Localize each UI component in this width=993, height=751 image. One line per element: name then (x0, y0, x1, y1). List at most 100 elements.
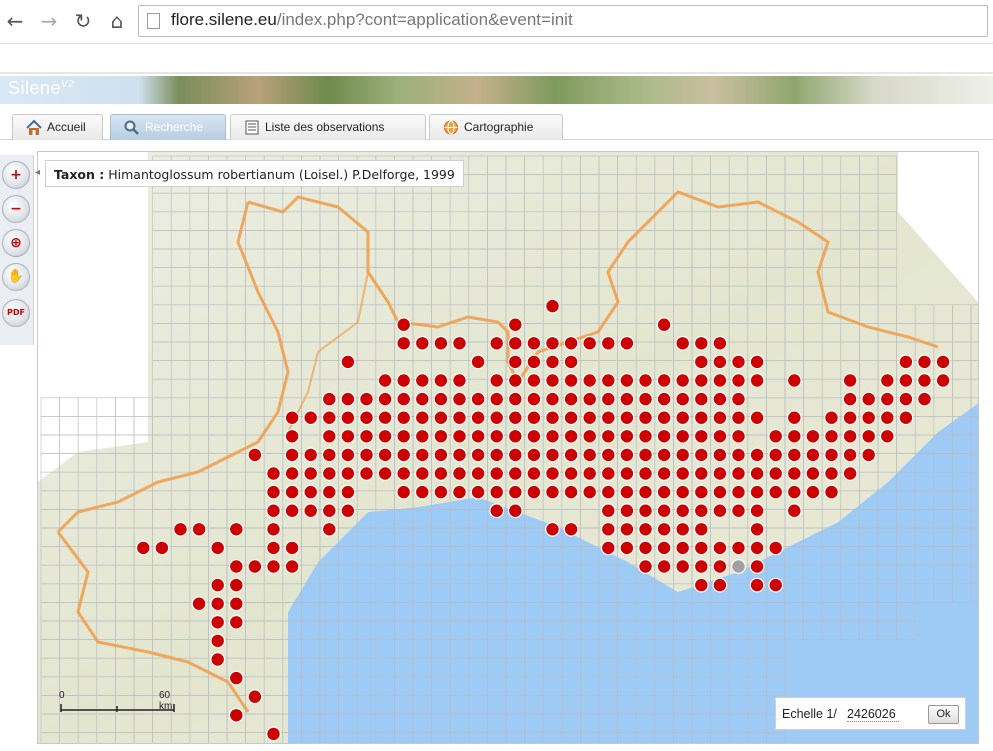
observation-dot[interactable] (879, 373, 895, 388)
observation-dot[interactable] (228, 577, 244, 593)
observation-dot[interactable] (284, 466, 300, 481)
observation-dot[interactable] (470, 410, 486, 426)
observation-dot[interactable] (545, 447, 560, 463)
observation-dot[interactable] (693, 521, 709, 537)
observation-dot[interactable] (545, 484, 560, 500)
observation-dot[interactable] (284, 428, 300, 444)
observation-dot[interactable] (638, 484, 653, 500)
observation-dot[interactable] (377, 428, 393, 444)
observation-dot[interactable] (359, 447, 374, 463)
observation-dot[interactable] (675, 503, 691, 519)
observation-dot[interactable] (731, 391, 746, 407)
observation-dot[interactable] (396, 391, 412, 407)
echelle-input[interactable]: 2426026 (847, 707, 899, 722)
observation-dot[interactable] (321, 410, 337, 426)
observation-dot[interactable] (675, 428, 691, 444)
observation-dot[interactable] (675, 335, 691, 351)
observation-dot[interactable] (786, 410, 802, 426)
observation-dot[interactable] (600, 540, 616, 556)
observation-dot[interactable] (656, 447, 672, 463)
observation-dot[interactable] (545, 428, 560, 444)
observation-dot[interactable] (228, 670, 244, 686)
observation-dot[interactable] (619, 335, 635, 351)
observation-dot[interactable] (507, 428, 523, 444)
observation-dot[interactable] (786, 484, 802, 500)
observation-dot[interactable] (675, 373, 691, 388)
observation-dot[interactable] (656, 540, 672, 556)
observation-dot[interactable] (284, 484, 300, 500)
observation-dot[interactable] (600, 484, 616, 500)
observation-dot[interactable] (284, 503, 300, 519)
observation-dot[interactable] (545, 354, 560, 370)
ok-button[interactable]: Ok (928, 705, 959, 724)
observation-dot[interactable] (210, 596, 226, 612)
observation-dot[interactable] (507, 447, 523, 463)
observation-dot[interactable] (507, 410, 523, 426)
observation-dot[interactable] (600, 373, 616, 388)
observation-dot[interactable] (563, 335, 579, 351)
observation-dot[interactable] (749, 577, 765, 593)
observation-dot[interactable] (563, 466, 579, 481)
observation-dot[interactable] (786, 373, 802, 388)
observation-dot[interactable] (452, 428, 467, 444)
observation-dot[interactable] (656, 466, 672, 481)
observation-dot[interactable] (284, 559, 300, 574)
observation-dot[interactable] (638, 410, 653, 426)
observation-dot[interactable] (340, 428, 356, 444)
observation-dot[interactable] (526, 391, 542, 407)
observation-dot[interactable] (433, 335, 449, 351)
observation-dot[interactable] (247, 447, 263, 463)
observation-dot[interactable] (786, 447, 802, 463)
observation-dot[interactable] (693, 428, 709, 444)
observation-dot[interactable] (340, 466, 356, 481)
observation-dot[interactable] (489, 503, 505, 519)
observation-dot[interactable] (786, 466, 802, 481)
observation-dot[interactable] (545, 410, 560, 426)
observation-dot[interactable] (489, 335, 505, 351)
observation-dot[interactable] (898, 391, 914, 407)
observation-dot[interactable] (619, 503, 635, 519)
observation-dot[interactable] (563, 354, 579, 370)
observation-dot[interactable] (842, 447, 858, 463)
observation-dot[interactable] (917, 373, 932, 388)
observation-dot[interactable] (452, 466, 467, 481)
observation-dot[interactable] (768, 540, 784, 556)
zoom-out-icon[interactable]: − (2, 195, 30, 223)
observation-dot[interactable] (489, 391, 505, 407)
observation-dot[interactable] (638, 428, 653, 444)
observation-dot[interactable] (675, 559, 691, 574)
observation-dot[interactable] (638, 373, 653, 388)
observation-dot[interactable] (768, 484, 784, 500)
observation-dot[interactable] (861, 428, 877, 444)
observation-dot[interactable] (582, 391, 598, 407)
observation-dot[interactable] (433, 447, 449, 463)
observation-dot[interactable] (749, 466, 765, 481)
observation-dot[interactable] (526, 354, 542, 370)
observation-dot[interactable] (526, 466, 542, 481)
observation-dot[interactable] (805, 447, 821, 463)
observation-dot[interactable] (470, 484, 486, 500)
observation-dot[interactable] (303, 466, 319, 481)
observation-dot[interactable] (433, 410, 449, 426)
observation-dot[interactable] (693, 503, 709, 519)
observation-dot[interactable] (377, 391, 393, 407)
observation-dot[interactable] (619, 391, 635, 407)
observation-dot[interactable] (842, 466, 858, 481)
observation-dot[interactable] (321, 447, 337, 463)
observation-dot[interactable] (433, 484, 449, 500)
observation-dot[interactable] (731, 466, 746, 481)
observation-dot[interactable] (600, 391, 616, 407)
observation-dot[interactable] (749, 559, 765, 574)
tab-accueil[interactable]: Accueil (12, 114, 103, 140)
observation-dot[interactable] (935, 354, 951, 370)
observation-dot[interactable] (656, 484, 672, 500)
observation-dot[interactable] (712, 540, 728, 556)
observation-dot[interactable] (545, 391, 560, 407)
observation-dot[interactable] (749, 503, 765, 519)
observation-dot[interactable] (303, 410, 319, 426)
observation-dot[interactable] (749, 373, 765, 388)
observation-dot[interactable] (582, 335, 598, 351)
observation-dot[interactable] (824, 484, 839, 500)
observation-dot[interactable] (731, 447, 746, 463)
observation-dot[interactable] (712, 466, 728, 481)
